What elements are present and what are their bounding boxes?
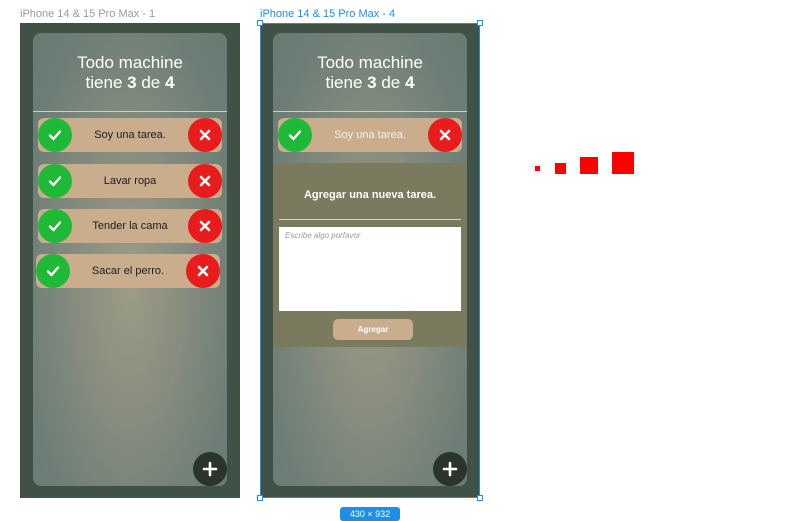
counter-de: de xyxy=(376,73,405,92)
close-icon xyxy=(199,220,211,232)
phone-screen-1: Todo machine tiene 3 de 4 Soy una tarea.… xyxy=(33,33,227,486)
frame-label-1[interactable]: iPhone 14 & 15 Pro Max - 1 xyxy=(20,8,155,20)
app-title: Todo machine xyxy=(317,53,423,72)
check-icon xyxy=(48,221,62,232)
complete-button[interactable] xyxy=(38,118,72,152)
title-divider xyxy=(33,111,227,112)
close-icon xyxy=(199,129,211,141)
resize-handle-tr[interactable] xyxy=(477,20,483,26)
size-badge: 430 × 932 xyxy=(340,507,400,521)
todo-item: Sacar el perro. xyxy=(36,254,220,288)
frame-label-2[interactable]: iPhone 14 & 15 Pro Max - 4 xyxy=(260,8,395,20)
counter-tiene: tiene xyxy=(85,73,128,92)
todo-text: Sacar el perro. xyxy=(91,265,165,277)
phone-screen-2: Todo machine tiene 3 de 4 Soy una tarea.… xyxy=(273,33,467,486)
counter-de: de xyxy=(136,73,165,92)
delete-button[interactable] xyxy=(188,118,222,152)
resize-handle-bl[interactable] xyxy=(257,495,263,501)
resize-handle-br[interactable] xyxy=(477,495,483,501)
resize-handle-tl[interactable] xyxy=(257,20,263,26)
delete-button[interactable] xyxy=(188,209,222,243)
delete-button[interactable] xyxy=(188,164,222,198)
todo-text: Soy una tarea. xyxy=(334,129,406,141)
red-square-3[interactable] xyxy=(580,157,598,174)
plus-icon xyxy=(442,461,458,477)
frame-1[interactable]: Todo machine tiene 3 de 4 Soy una tarea.… xyxy=(20,23,240,498)
todo-text: Lavar ropa xyxy=(103,175,157,187)
total-count: 4 xyxy=(164,73,175,92)
total-count: 4 xyxy=(404,73,415,92)
close-icon xyxy=(439,129,451,141)
complete-button[interactable] xyxy=(36,254,70,288)
completed-count: 3 xyxy=(367,73,377,92)
todo-item: Soy una tarea. xyxy=(38,118,222,152)
add-todo-button[interactable] xyxy=(433,452,467,486)
check-icon xyxy=(48,130,62,141)
close-icon xyxy=(199,175,211,187)
frame-2[interactable]: Todo machine tiene 3 de 4 Soy una tarea.… xyxy=(260,23,480,498)
add-task-modal: Agregar una nueva tarea. Agregar xyxy=(273,163,467,347)
complete-button[interactable] xyxy=(38,209,72,243)
title-divider xyxy=(273,111,467,112)
delete-button[interactable] xyxy=(428,118,462,152)
red-square-4[interactable] xyxy=(612,152,634,174)
counter-title-2: Todo machine tiene 3 de 4 xyxy=(273,53,467,93)
add-todo-button[interactable] xyxy=(193,452,227,486)
add-task-button[interactable]: Agregar xyxy=(333,319,413,340)
red-square-2[interactable] xyxy=(555,163,566,174)
check-icon xyxy=(288,130,302,141)
counter-tiene: tiene xyxy=(325,73,368,92)
check-icon xyxy=(48,176,62,187)
complete-button[interactable] xyxy=(38,164,72,198)
task-textarea[interactable] xyxy=(279,227,461,311)
delete-button[interactable] xyxy=(186,254,220,288)
counter-text: tiene 3 de 4 xyxy=(273,73,467,93)
counter-text: tiene 3 de 4 xyxy=(33,73,227,93)
red-square-1[interactable] xyxy=(535,166,540,171)
app-title: Todo machine xyxy=(77,53,183,72)
todo-text: Tender la cama xyxy=(92,220,168,232)
plus-icon xyxy=(202,461,218,477)
check-icon xyxy=(46,266,60,277)
todo-item: Soy una tarea. xyxy=(278,118,462,152)
close-icon xyxy=(197,265,209,277)
todo-item: Tender la cama xyxy=(38,209,222,243)
counter-title-1: Todo machine tiene 3 de 4 xyxy=(33,53,227,93)
todo-text: Soy una tarea. xyxy=(94,129,166,141)
completed-count: 3 xyxy=(127,73,137,92)
complete-button[interactable] xyxy=(278,118,312,152)
todo-item: Lavar ropa xyxy=(38,164,222,198)
modal-title: Agregar una nueva tarea. xyxy=(303,189,437,201)
modal-divider xyxy=(279,219,461,220)
